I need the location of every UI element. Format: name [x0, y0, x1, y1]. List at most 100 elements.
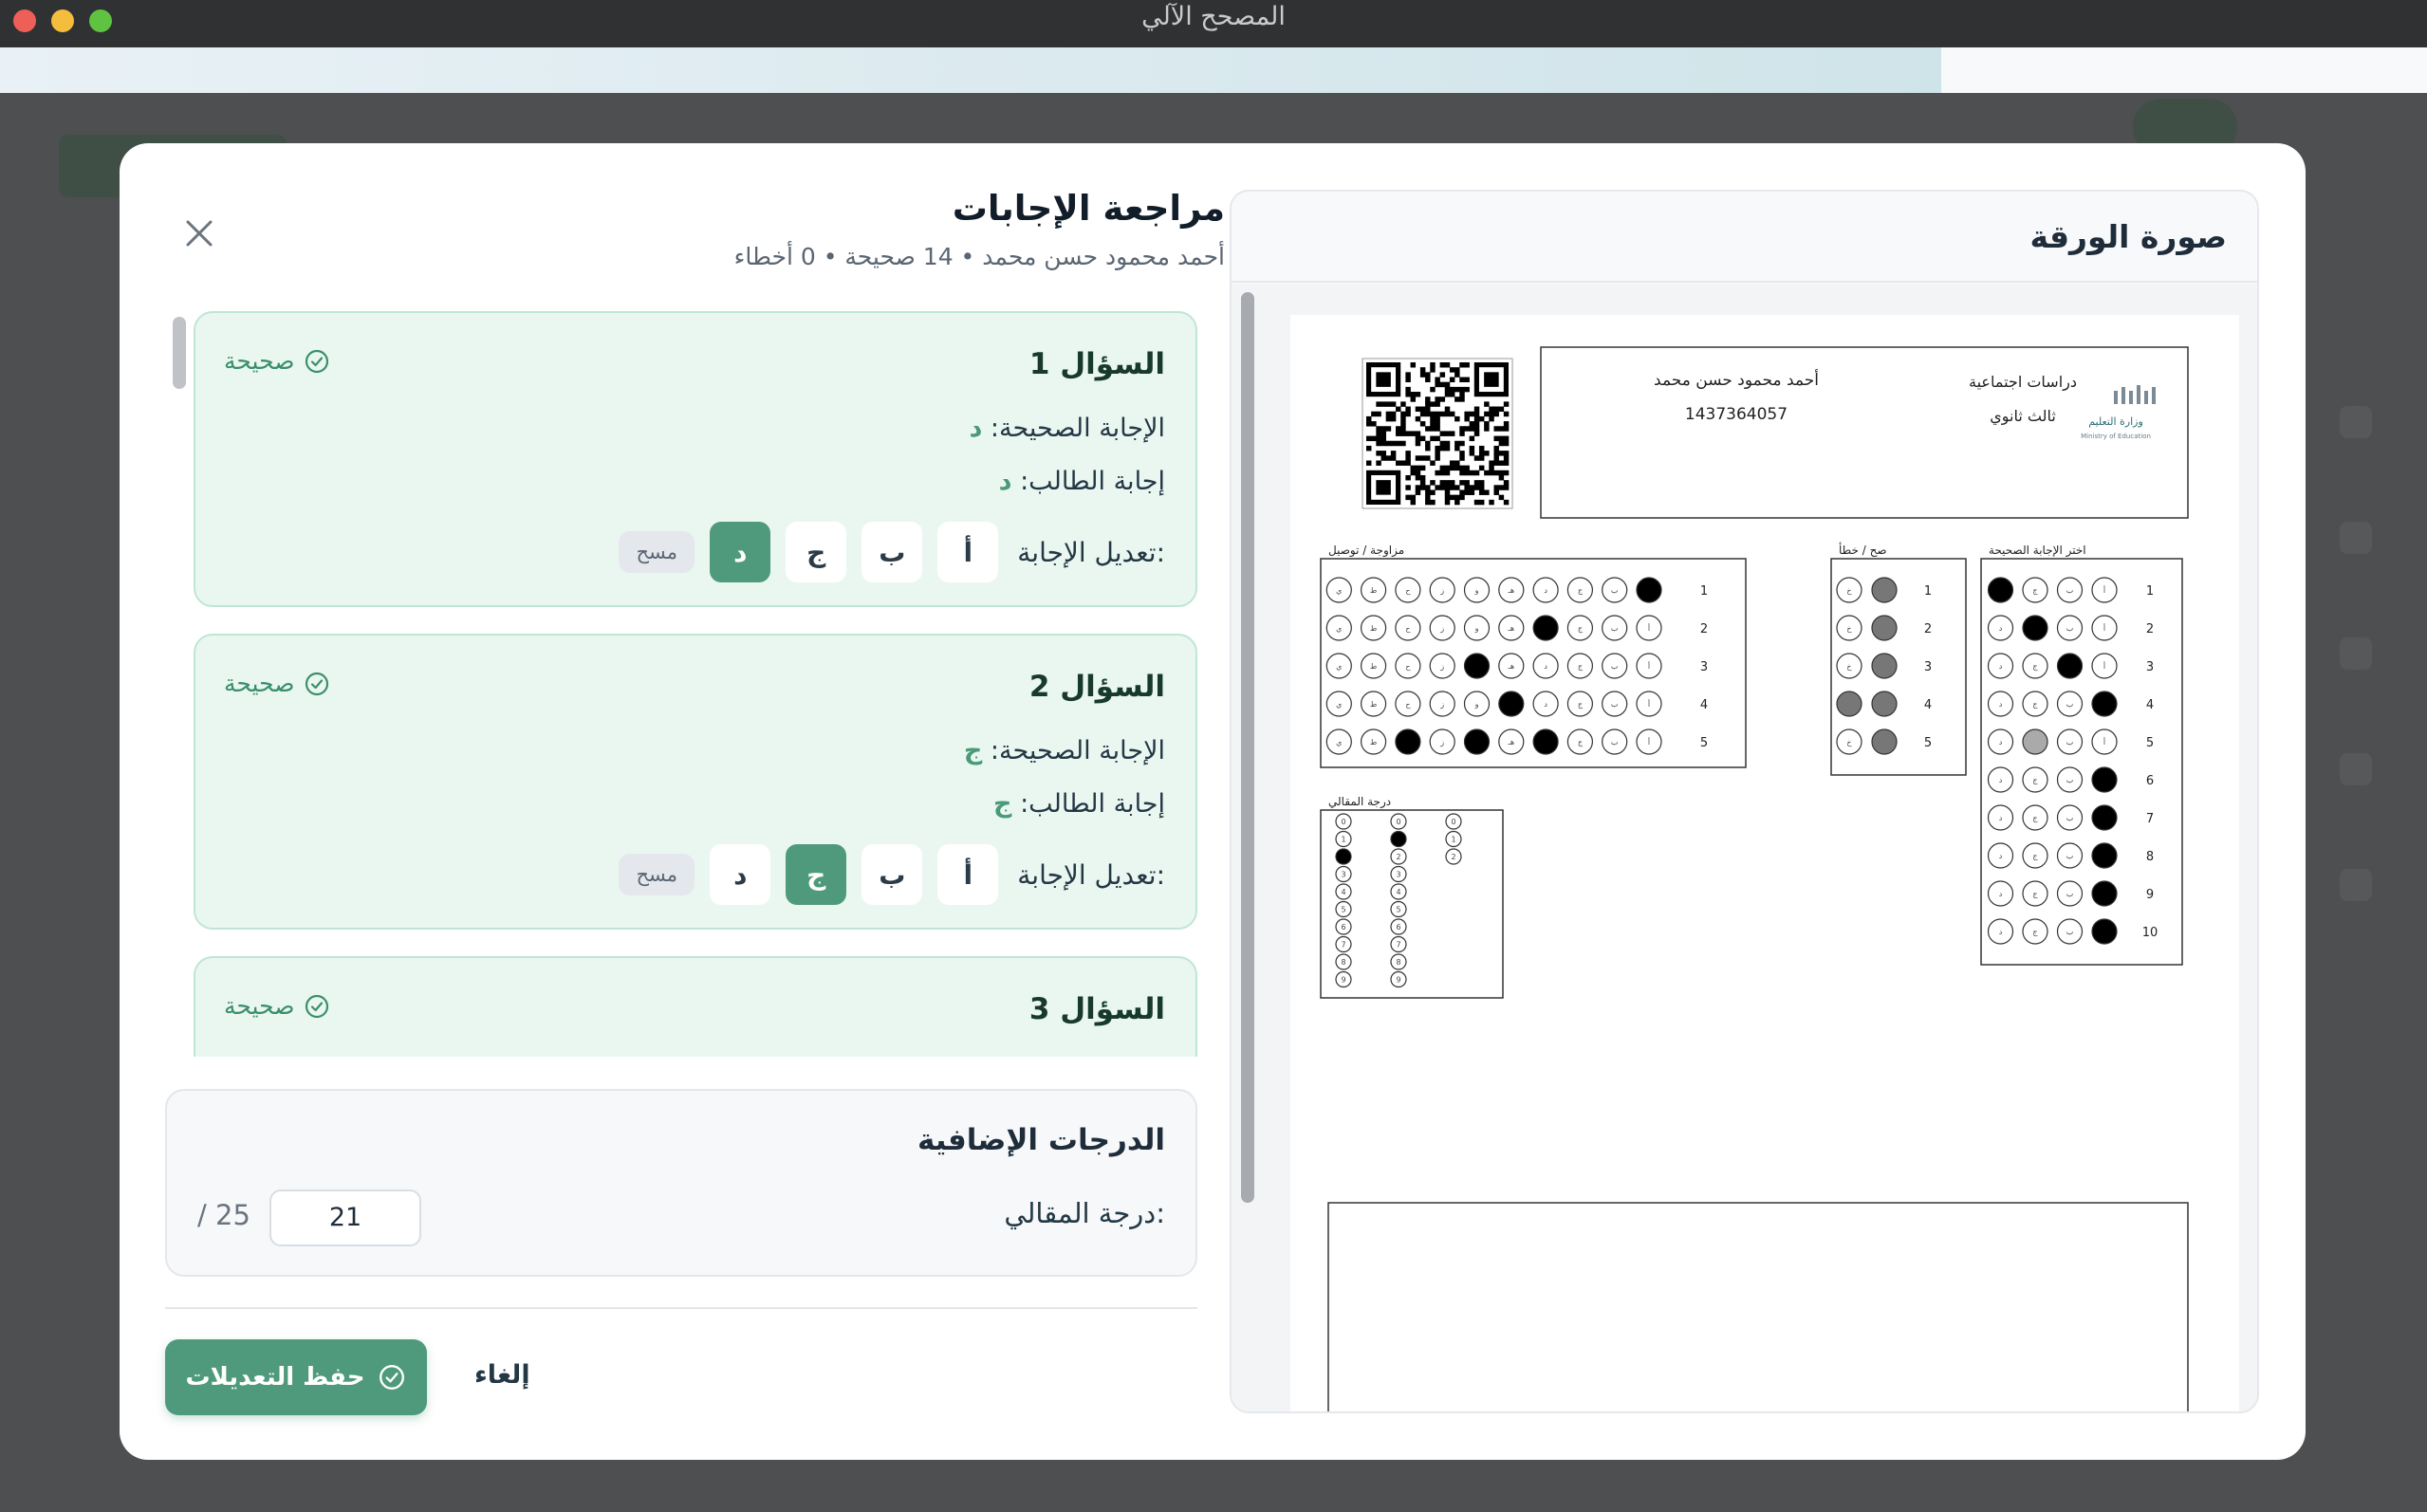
progress-bar	[0, 47, 2427, 93]
clear-answer-button[interactable]: مسح	[619, 531, 695, 573]
close-icon	[186, 220, 213, 247]
matching-bubble-letter: ح	[1405, 700, 1411, 709]
question-status: صحيحة	[224, 347, 330, 375]
option-alef-button[interactable]: أ	[937, 844, 999, 905]
mcq-bubble-letter: أ	[2103, 737, 2105, 747]
matching-bubble	[1498, 691, 1525, 717]
tf-row-number: 4	[1924, 698, 1932, 712]
sheet-grade: ثالث ثانوي	[1990, 407, 2056, 426]
option-dal-button[interactable]: د	[710, 844, 771, 905]
matching-bubble	[1636, 577, 1662, 603]
student-answer-line: إجابة الطالب: د	[998, 467, 1165, 496]
mcq-bubble-letter: د	[1999, 624, 2003, 633]
matching-bubble-letter: أ	[1648, 623, 1650, 633]
matching-bubble-letter: ي	[1336, 624, 1342, 633]
question-title: السؤال 2	[1028, 670, 1165, 704]
mcq-bubble-letter: ب	[2066, 738, 2074, 747]
cancel-button[interactable]: إلغاء	[474, 1360, 530, 1390]
matching-bubble-letter: هـ	[1508, 586, 1515, 595]
save-changes-label: حفظ التعديلات	[185, 1363, 365, 1392]
answer-sheet-image: وزارة التعليم Ministry of Education دراس…	[1290, 315, 2239, 1411]
save-changes-button[interactable]: حفظ التعديلات	[165, 1339, 427, 1415]
mcq-bubble-letter: ب	[2066, 700, 2074, 709]
essay-digit-bubble-letter: 4	[1396, 888, 1400, 896]
essay-digit-bubble-letter: 8	[1396, 958, 1400, 967]
check-circle-icon	[306, 994, 329, 1018]
mcq-row-number: 5	[2146, 736, 2154, 750]
matching-bubble-letter: ز	[1439, 700, 1444, 709]
question-card-3: السؤال 3 صحيحة	[194, 956, 1197, 1057]
essay-digit-bubble-letter: 5	[1396, 906, 1400, 914]
matching-row-number: 2	[1700, 622, 1708, 636]
mcq-bubble	[2056, 653, 2084, 679]
matching-bubble-letter: أ	[1648, 737, 1650, 747]
qr-code	[1362, 358, 1513, 509]
sheet-student-name: أحمد محمود حسن محمد	[1654, 369, 1819, 390]
mcq-bubble-letter: ج	[2032, 586, 2038, 595]
svg-text:وزارة التعليم: وزارة التعليم	[2088, 415, 2143, 428]
matching-bubble-letter: هـ	[1508, 624, 1515, 633]
tf-bubble	[1871, 728, 1898, 755]
option-alef-button[interactable]: أ	[937, 522, 999, 582]
sheet-image-panel: صورة الورقة وزارة التعليم Ministry of Ed…	[1230, 190, 2259, 1413]
matching-bubble-letter: ج	[1578, 586, 1584, 595]
background-icon	[2340, 869, 2372, 901]
matching-bubble-letter: ح	[1405, 586, 1411, 595]
sheet-student-id: 1437364057	[1685, 405, 1788, 424]
close-modal-button[interactable]	[180, 214, 218, 252]
sheet-image-body[interactable]: وزارة التعليم Ministry of Education دراس…	[1232, 285, 2257, 1411]
questions-scrollbar[interactable]	[173, 317, 186, 389]
mcq-bubble-letter: أ	[2103, 623, 2105, 633]
essay-digit-bubble-letter: 8	[1341, 958, 1345, 967]
status-label: صحيحة	[224, 992, 295, 1020]
questions-list[interactable]: السؤال 1 صحيحة الإجابة الصحيحة: د إجابة …	[165, 311, 1197, 1057]
essay-digit-bubble-letter: 7	[1341, 941, 1345, 950]
mcq-bubble-letter: ب	[2066, 624, 2074, 633]
matching-bubble-letter: ج	[1578, 700, 1584, 709]
question-title: السؤال 1	[1028, 347, 1165, 381]
matching-bubble-letter: أ	[1648, 699, 1650, 709]
essay-grade-label: درجة المقالي:	[1004, 1197, 1165, 1229]
essay-digit-bubble-letter: 2	[1451, 853, 1455, 861]
mcq-bubble-letter: ب	[2066, 814, 2074, 822]
option-jeem-button[interactable]: ج	[786, 522, 847, 582]
tf-bubble	[1836, 691, 1862, 717]
option-ba-button[interactable]: ب	[861, 522, 923, 582]
matching-row-number: 4	[1700, 698, 1708, 712]
tf-bubble	[1871, 691, 1898, 717]
matching-bubble-letter: ب	[1611, 662, 1619, 671]
mcq-bubble	[2091, 804, 2118, 831]
question-card-2: السؤال 2 صحيحة الإجابة الصحيحة: ج إجابة …	[194, 634, 1197, 930]
matching-bubble-letter: ز	[1439, 662, 1444, 671]
review-title: مراجعة الإجابات	[952, 188, 1225, 229]
essay-digit-bubble-letter: 3	[1341, 871, 1345, 879]
clear-answer-button[interactable]: مسح	[619, 854, 695, 895]
essay-grade-input[interactable]: 21	[269, 1189, 421, 1246]
option-jeem-button[interactable]: ج	[786, 844, 847, 905]
essay-digit-bubble	[1335, 848, 1352, 865]
mcq-row-number: 7	[2146, 812, 2154, 826]
mcq-bubble	[2091, 918, 2118, 945]
mcq-row-number: 4	[2146, 698, 2154, 712]
svg-text:Ministry of Education: Ministry of Education	[2081, 433, 2151, 440]
essay-digit-bubble-letter: 0	[1396, 818, 1400, 826]
mcq-bubble	[2022, 728, 2048, 755]
essay-digit-bubble-letter: 3	[1396, 871, 1400, 879]
mcq-bubble-letter: ب	[2066, 890, 2074, 898]
mcq-row-number: 9	[2146, 888, 2154, 902]
option-ba-button[interactable]: ب	[861, 844, 923, 905]
tf-bubble-letter: خ	[1846, 738, 1852, 747]
matching-bubble-letter: ح	[1405, 662, 1411, 671]
ministry-logo: وزارة التعليم Ministry of Education	[2081, 385, 2156, 440]
sheet-scrollbar[interactable]	[1241, 292, 1254, 1203]
matching-bubble-letter: أ	[1648, 661, 1650, 671]
progress-fill	[0, 47, 1942, 93]
option-dal-button[interactable]: د	[710, 522, 771, 582]
tf-row-number: 5	[1924, 736, 1932, 750]
mcq-row-number: 3	[2146, 660, 2154, 674]
matching-bubble-letter: ب	[1611, 738, 1619, 747]
mcq-bubble-letter: د	[1999, 662, 2003, 671]
matching-bubble-letter: ز	[1439, 624, 1444, 633]
mcq-bubble-letter: ج	[2032, 662, 2038, 671]
extra-grades-title: الدرجات الإضافية	[917, 1123, 1165, 1157]
